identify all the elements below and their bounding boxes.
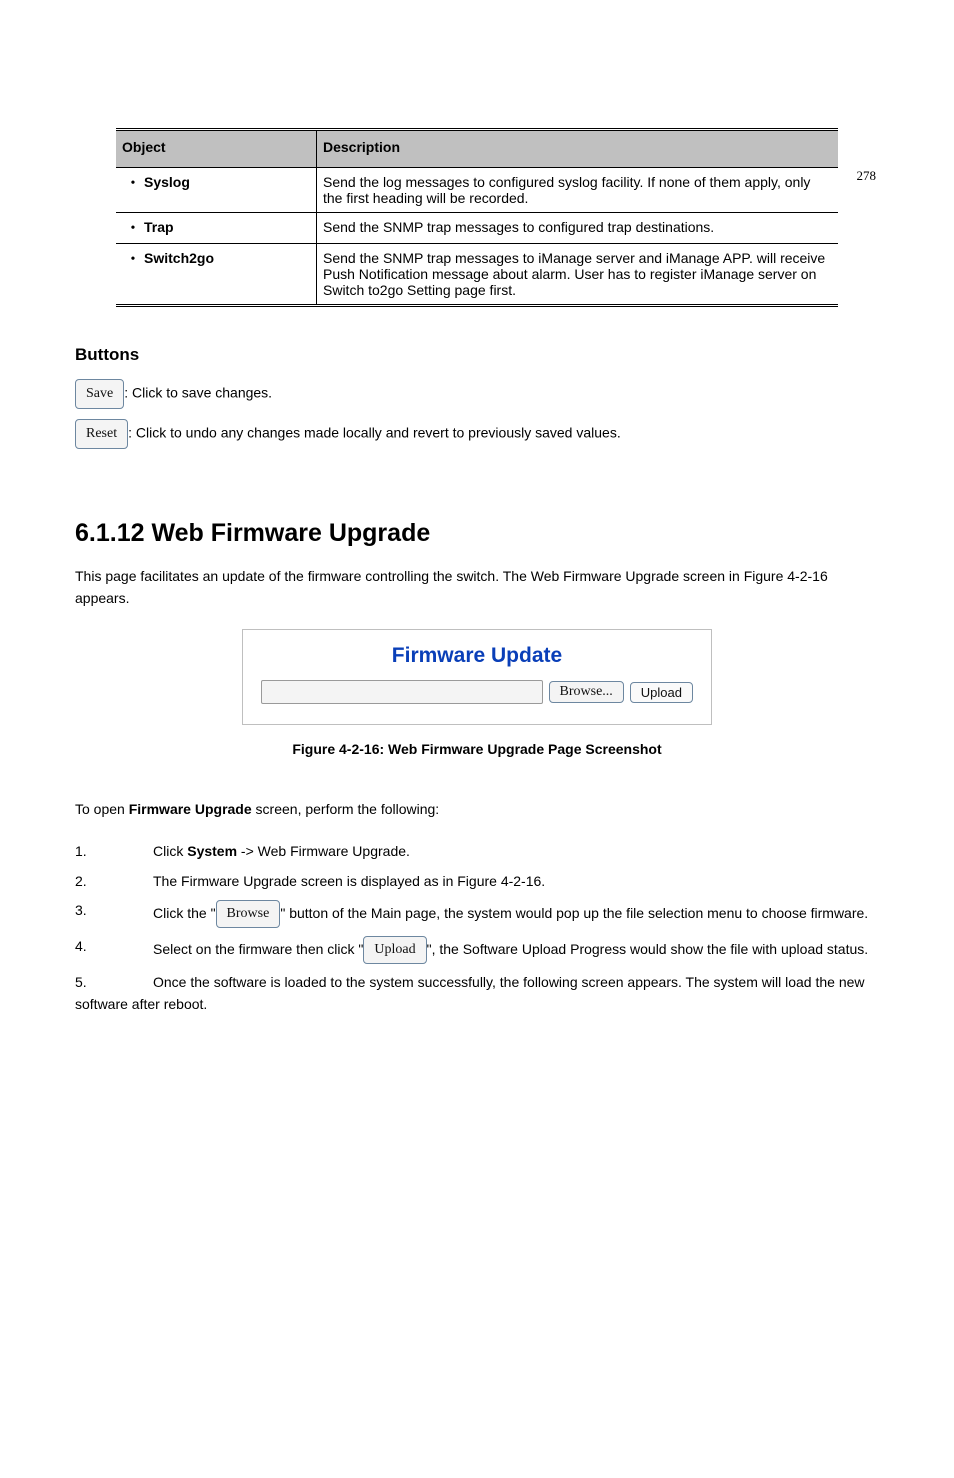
- table-row: •Trap: [116, 213, 317, 244]
- page-number: 278: [857, 168, 877, 184]
- browse-button[interactable]: Browse...: [549, 681, 624, 703]
- step-1: 1.Click System -> Web Firmware Upgrade.: [75, 841, 879, 863]
- table-row: •Syslog: [116, 168, 317, 213]
- save-button-desc: : Click to save changes.: [124, 385, 272, 401]
- browse-button-inline[interactable]: Browse: [216, 900, 281, 928]
- step-5: 5.Once the software is loaded to the sys…: [75, 972, 879, 1015]
- save-button[interactable]: Save: [75, 379, 124, 409]
- step-3: 3.Click the "Browse" button of the Main …: [75, 900, 879, 928]
- table-header-description: Description: [317, 130, 839, 168]
- buttons-heading: Buttons: [75, 345, 879, 365]
- reset-button[interactable]: Reset: [75, 419, 128, 449]
- table-cell-description: Send the SNMP trap messages to configure…: [317, 213, 839, 244]
- upload-button[interactable]: Upload: [630, 682, 693, 703]
- section-intro: This page facilitates an update of the f…: [75, 566, 879, 609]
- table-cell-description: Send the log messages to configured sysl…: [317, 168, 839, 213]
- section-heading: 6.1.12 Web Firmware Upgrade: [75, 519, 879, 548]
- step-2: 2.The Firmware Upgrade screen is display…: [75, 871, 879, 893]
- firmware-card-title: Firmware Update: [261, 644, 693, 668]
- table-row: •Switch2go: [116, 244, 317, 306]
- firmware-file-input[interactable]: [261, 680, 543, 704]
- upload-button-inline[interactable]: Upload: [363, 936, 426, 964]
- step-4: 4.Select on the firmware then click "Upl…: [75, 936, 879, 964]
- reset-button-desc: : Click to undo any changes made locally…: [128, 425, 621, 441]
- object-description-table: Object Description •Syslog Send the log …: [116, 128, 838, 307]
- procedure-intro: To open Firmware Upgrade screen, perform…: [75, 799, 879, 821]
- firmware-update-card: Firmware Update Browse... Upload: [242, 629, 712, 725]
- figure-caption: Figure 4-2-16: Web Firmware Upgrade Page…: [75, 741, 879, 757]
- table-header-object: Object: [116, 130, 317, 168]
- table-cell-description: Send the SNMP trap messages to iManage s…: [317, 244, 839, 306]
